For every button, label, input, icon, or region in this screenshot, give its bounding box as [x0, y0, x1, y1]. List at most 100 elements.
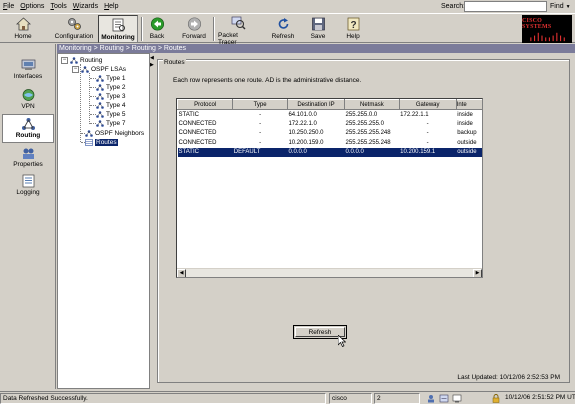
expand-right-icon[interactable]: ▶	[150, 62, 154, 68]
chevron-down-icon: ▼	[565, 4, 571, 10]
cell-interface: backup	[457, 130, 477, 137]
refresh-icon	[275, 16, 291, 31]
home-button[interactable]: Home	[6, 15, 40, 43]
tree-node-type-4[interactable]: Type 4	[96, 101, 126, 110]
cell-type: DEFAULT	[232, 147, 288, 157]
save-button[interactable]: Save	[306, 15, 330, 43]
table-row[interactable]: CONNECTED - 172.22.1.0 255.255.255.0 - i…	[178, 119, 483, 129]
nav-routing[interactable]: Routing	[2, 114, 54, 143]
tree-node-ospf-lsas[interactable]: − OSPF LSAs	[72, 65, 126, 74]
routes-group: Routes Each row represents one route. AD…	[157, 59, 570, 383]
configuration-button[interactable]: Configuration	[53, 15, 95, 43]
routing-icon	[21, 118, 35, 130]
toolbar-separator	[213, 17, 215, 41]
search-input[interactable]	[464, 1, 547, 12]
menu-file[interactable]: File	[0, 3, 17, 10]
table-row-selected[interactable]: STATIC DEFAULT 0.0.0.0 0.0.0.0 10.200.15…	[177, 147, 482, 157]
cell-protocol: STATIC	[177, 147, 233, 157]
user-icon	[428, 395, 434, 403]
lsa-icon	[96, 93, 104, 100]
tree-node-ospf-neighbors[interactable]: OSPF Neighbors	[85, 129, 144, 138]
tree-node-type-5[interactable]: Type 5	[96, 110, 126, 119]
help-icon: ?	[345, 16, 361, 31]
menu-tools[interactable]: Tools	[47, 3, 69, 10]
cell-interface: outside	[457, 139, 477, 146]
table-row[interactable]: CONNECTED - 10.250.250.0 255.255.255.248…	[178, 129, 483, 139]
forward-button[interactable]: Forward	[179, 15, 209, 43]
table-row[interactable]: STATIC - 64.101.0.0 255.255.0.0 172.22.1…	[178, 110, 483, 120]
collapse-toggle[interactable]: −	[61, 57, 68, 64]
cell-netmask: 0.0.0.0	[344, 147, 400, 157]
cell-destination-ip: 64.101.0.0	[288, 111, 317, 118]
scroll-right-icon[interactable]: ▶	[473, 269, 482, 277]
cell-type: -	[259, 139, 262, 146]
table-row[interactable]: CONNECTED - 10.200.159.0 255.255.255.248…	[178, 138, 483, 148]
cell-interface: inside	[457, 120, 473, 127]
mouse-cursor-icon	[338, 335, 346, 347]
tree-connector	[89, 73, 90, 124]
tree-node-routing[interactable]: − Routing	[61, 56, 102, 65]
column-header-gateway[interactable]: Gateway	[398, 99, 457, 110]
lsa-icon	[96, 111, 104, 118]
packet-tracer-icon	[230, 16, 246, 30]
nav-vpn[interactable]: VPN	[2, 86, 54, 114]
help-button[interactable]: ? Help	[341, 15, 365, 43]
cell-destination-ip: 172.22.1.0	[288, 120, 317, 127]
ospf-icon	[81, 66, 89, 73]
column-header-netmask[interactable]: Netmask	[344, 99, 400, 110]
column-header-destination-ip[interactable]: Destination IP	[286, 99, 346, 110]
monitoring-button[interactable]: Monitoring	[98, 15, 138, 43]
floppy-disk-icon	[310, 16, 326, 31]
back-arrow-icon	[149, 16, 165, 31]
cell-gateway: 10.200.159.1	[399, 147, 457, 157]
cell-type: -	[259, 111, 262, 118]
cell-netmask: 255.255.255.248	[345, 139, 391, 146]
menu-help[interactable]: Help	[101, 3, 121, 10]
table-header-row: Protocol Type Destination IP Netmask Gat…	[177, 99, 482, 110]
cell-destination-ip: 0.0.0.0	[287, 147, 345, 157]
config-status-icon	[439, 394, 449, 403]
cell-protocol: STATIC	[178, 111, 199, 118]
find-button[interactable]: Find ▼	[550, 3, 571, 10]
status-datetime: 10/12/06 2:51:52 PM UTC	[505, 394, 575, 401]
menu-options[interactable]: Options	[17, 3, 47, 10]
tree-node-type-1[interactable]: Type 1	[96, 74, 126, 83]
tree-node-routes[interactable]: Routes	[85, 138, 118, 147]
status-message: Data Refreshed Successfully.	[0, 393, 326, 404]
nav-interfaces[interactable]: Interfaces	[2, 56, 54, 84]
search-label: Search:	[441, 3, 466, 10]
toolbar: Home Configuration Monitoring Back Forwa…	[0, 13, 575, 46]
nav-properties[interactable]: Properties	[2, 144, 54, 172]
column-header-protocol[interactable]: Protocol	[177, 99, 234, 110]
lsa-icon	[96, 84, 104, 91]
cell-gateway: -	[426, 139, 429, 146]
monitor-icon	[110, 17, 126, 32]
cell-protocol: CONNECTED	[178, 120, 217, 127]
lsa-icon	[96, 120, 104, 127]
collapse-toggle[interactable]: −	[72, 66, 79, 73]
column-header-type[interactable]: Type	[232, 99, 288, 110]
packet-tracer-button[interactable]: Packet Tracer	[218, 15, 258, 46]
routing-icon	[70, 57, 78, 64]
horizontal-scrollbar[interactable]: ◀ ▶	[177, 268, 482, 277]
cell-interface: outside	[456, 147, 482, 157]
breadcrumb: Monitoring > Routing > Routing > Routes	[57, 44, 575, 53]
tree-node-type-2[interactable]: Type 2	[96, 83, 126, 92]
cell-destination-ip: 10.250.250.0	[288, 130, 324, 137]
tree-node-type-7[interactable]: Type 7	[96, 119, 126, 128]
lock-icon	[492, 394, 500, 403]
tree-node-type-3[interactable]: Type 3	[96, 92, 126, 101]
scroll-left-icon[interactable]: ◀	[177, 269, 186, 277]
nav-logging[interactable]: Logging	[2, 172, 54, 200]
gear-icon	[66, 16, 82, 31]
cell-gateway: -	[426, 130, 429, 137]
collapse-left-icon[interactable]: ◀	[150, 55, 154, 61]
refresh-toolbar-button[interactable]: Refresh	[269, 15, 297, 43]
column-header-interface[interactable]: Inte	[455, 99, 482, 110]
lsa-icon	[96, 75, 104, 82]
menu-wizards[interactable]: Wizards	[70, 3, 101, 10]
back-button[interactable]: Back	[146, 15, 168, 43]
last-updated-label: Last Updated: 10/12/06 2:52:53 PM	[457, 374, 560, 381]
cell-netmask: 255.255.0.0	[345, 111, 378, 118]
routes-table[interactable]: Protocol Type Destination IP Netmask Gat…	[176, 98, 483, 278]
